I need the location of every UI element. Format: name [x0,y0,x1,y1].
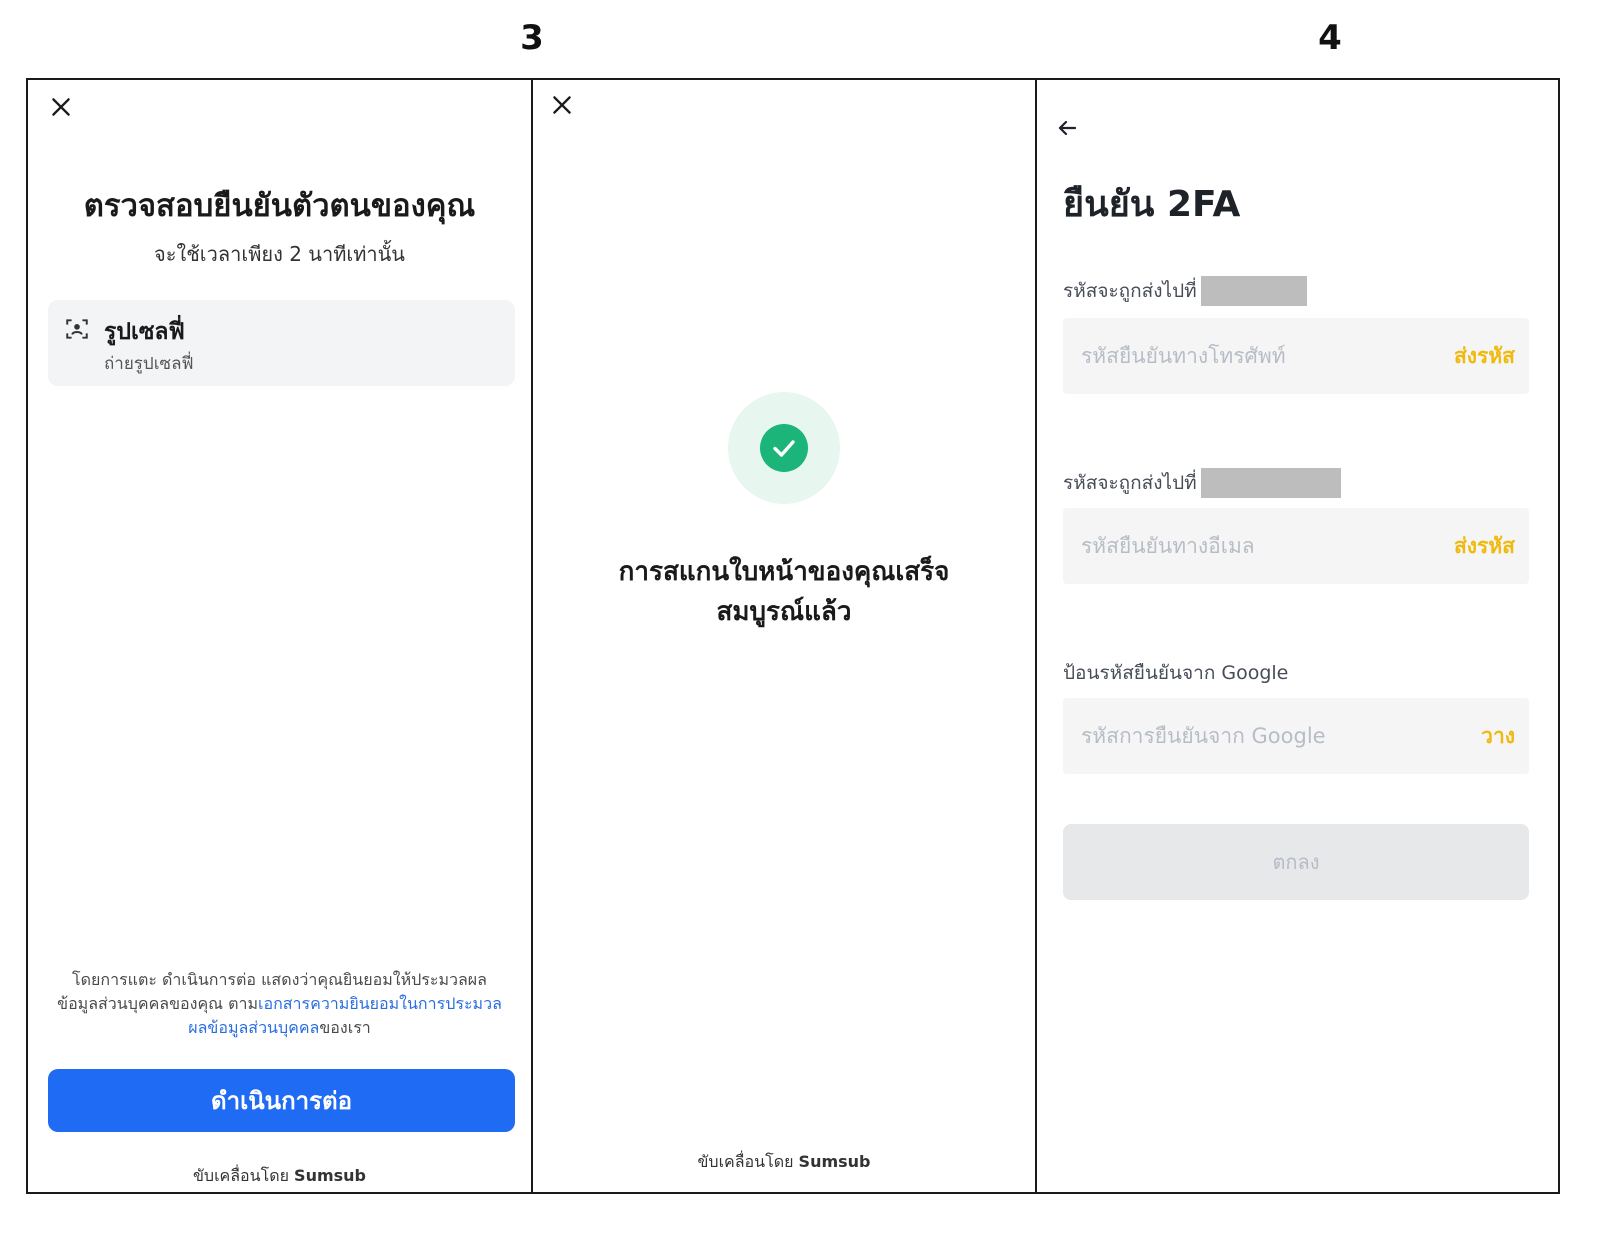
scan-success-screen: การสแกนใบหน้าของคุณเสร็จ สมบูรณ์แล้ว ขับ… [533,80,1037,1192]
close-icon[interactable] [48,94,74,120]
email-code-label-text: รหัสจะถูกส่งไปที่ [1063,472,1197,494]
powered-by-brand: Sumsub [798,1152,871,1171]
two-factor-screen: ยืนยัน 2FA รหัสจะถูกส่งไปที่ ส่งรหัส รหั… [1037,80,1558,1192]
phone-send-code-button[interactable]: ส่งรหัส [1454,318,1515,394]
consent-suffix: ของเรา [319,1018,371,1037]
page-title: ตรวจสอบยืนยันตัวตนของคุณ [83,188,476,224]
close-icon[interactable] [549,92,575,118]
redacted-email [1200,468,1341,498]
step-number-4: 4 [1318,18,1342,58]
email-code-field: ส่งรหัส [1063,508,1529,584]
email-send-code-button[interactable]: ส่งรหัส [1454,508,1515,584]
consent-text: โดยการแตะ ดำเนินการต่อ แสดงว่าคุณยินยอมใ… [54,968,505,1040]
page-subtitle: จะใช้เวลาเพียง 2 นาทีเท่านั้น [154,242,405,266]
phone-code-field: ส่งรหัส [1063,318,1529,394]
screenshots-frame: ตรวจสอบยืนยันตัวตนของคุณ จะใช้เวลาเพียง … [26,78,1560,1194]
google-code-label: ป้อนรหัสยืนยันจาก Google [1063,662,1289,684]
redacted-phone [1200,276,1307,306]
email-code-label: รหัสจะถูกส่งไปที่ [1063,468,1341,498]
success-message-line1: การสแกนใบหน้าของคุณเสร็จ [618,557,950,587]
submit-button[interactable]: ตกลง [1063,824,1529,900]
powered-by-footer: ขับเคลื่อนโดย Sumsub [533,1150,1035,1175]
phone-code-label-text: รหัสจะถูกส่งไปที่ [1063,280,1197,302]
powered-by-brand: Sumsub [294,1166,366,1185]
selfie-step-card[interactable]: รูปเซลฟี่ ถ่ายรูปเซลฟี่ [48,300,515,386]
powered-by-prefix: ขับเคลื่อนโดย [697,1152,799,1171]
check-icon [760,424,808,472]
step-number-3: 3 [520,18,544,58]
phone-code-label: รหัสจะถูกส่งไปที่ [1063,276,1307,306]
google-code-field: วาง [1063,698,1529,774]
selfie-step-title: รูปเซลฟี่ [104,319,185,345]
success-badge [728,392,840,504]
email-code-input[interactable] [1079,508,1419,584]
selfie-step-subtitle: ถ่ายรูปเซลฟี่ [104,354,194,374]
page-title: ยืนยัน 2FA [1063,184,1241,225]
powered-by-footer: ขับเคลื่อนโดย Sumsub [28,1164,531,1189]
selfie-icon [64,316,90,342]
success-message-line2: สมบูรณ์แล้ว [716,597,852,627]
paste-button[interactable]: วาง [1481,698,1515,774]
continue-button[interactable]: ดำเนินการต่อ [48,1069,515,1132]
phone-code-input[interactable] [1079,318,1419,394]
powered-by-prefix: ขับเคลื่อนโดย [192,1166,295,1185]
verify-identity-screen: ตรวจสอบยืนยันตัวตนของคุณ จะใช้เวลาเพียง … [28,80,533,1192]
google-code-input[interactable] [1079,698,1419,774]
back-arrow-icon[interactable] [1055,116,1079,140]
success-message: การสแกนใบหน้าของคุณเสร็จ สมบูรณ์แล้ว [553,552,1015,632]
